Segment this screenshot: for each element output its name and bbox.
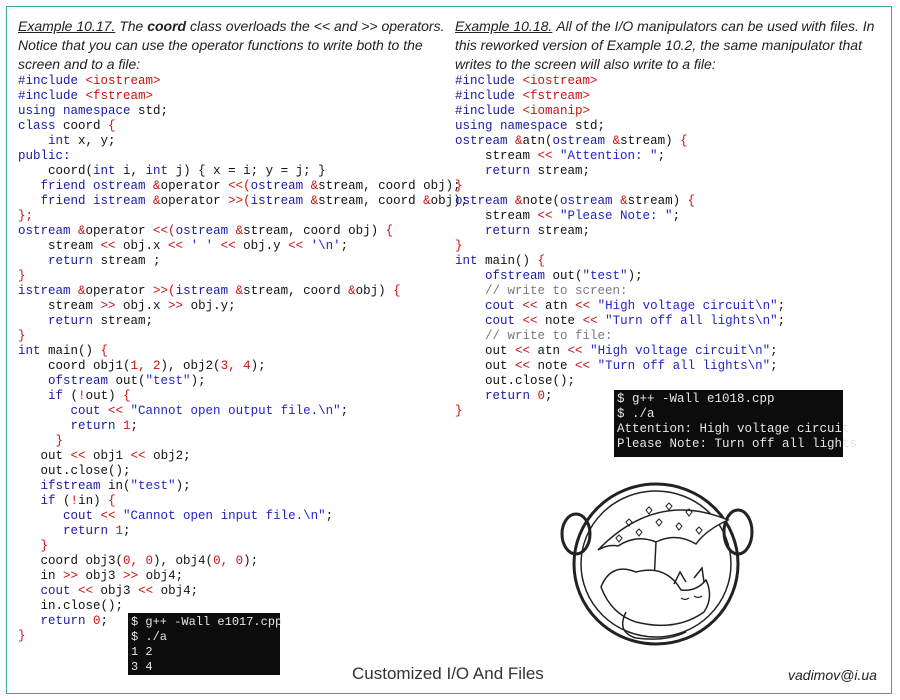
code-line: stream << "Please Note: "; — [455, 209, 681, 223]
code-line: istream &operator >>(istream &stream, co… — [18, 284, 401, 298]
code-line: if (!in) { — [40, 494, 116, 508]
code-line: ostream &atn(ostream &stream) { — [455, 134, 688, 148]
code-line: #include <iomanip> — [455, 104, 591, 118]
code-line: if (!out) { — [48, 389, 131, 403]
code-line: public: — [18, 149, 71, 163]
code-line: ofstream out("test"); — [48, 374, 206, 388]
code-line: cout << atn << "High voltage circuit\n"; — [485, 299, 786, 313]
code-line: coord(int i, int j) { x = i; y = j; } — [18, 164, 326, 178]
code-line: out << obj1 << obj2; — [18, 449, 191, 463]
code-line: cout << "Cannot open input file.\n"; — [63, 509, 334, 523]
page-footer-title: Customized I/O And Files — [352, 664, 544, 683]
code-line: ostream &note(ostream &stream) { — [455, 194, 696, 208]
code-line: #include <fstream> — [455, 89, 591, 103]
code-line: return 1; — [63, 524, 131, 538]
terminal-line: 3 4 — [131, 660, 153, 674]
code-line: } — [455, 239, 463, 253]
code-line: // write to file: — [485, 329, 613, 343]
terminal-line: $ ./a — [131, 630, 168, 644]
code-line: class coord { — [18, 119, 116, 133]
code-line: out << atn << "High voltage circuit\n"; — [455, 344, 778, 358]
intro-pre: The — [119, 18, 148, 34]
code-line: return stream; — [485, 164, 591, 178]
code-line: ofstream out("test"); — [485, 269, 643, 283]
terminal-line: $ g++ -Wall e1018.cpp — [617, 392, 775, 406]
code-line: in >> obj3 >> obj4; — [18, 569, 184, 583]
code-line: stream << obj.x << ' ' << obj.y << '\n'; — [18, 239, 349, 253]
code-line: return 1; — [70, 419, 139, 433]
code-line: int x, y; — [48, 134, 116, 148]
code-line: #include <iostream> — [18, 74, 161, 88]
code-line: out.close(); — [455, 374, 576, 388]
code-line: return stream ; — [48, 254, 161, 268]
code-line: #include <iostream> — [455, 74, 598, 88]
code-line: int main() { — [455, 254, 546, 268]
code-line: coord obj1(1, 2), obj2(3, 4); — [18, 359, 266, 373]
code-line: friend istream &operator >>(istream &str… — [40, 194, 469, 208]
code-line: // write to screen: — [485, 284, 628, 298]
terminal-line: Please Note: Turn off all lights — [617, 437, 858, 451]
code-line: } — [455, 179, 463, 193]
code-line: stream << "Attention: "; — [455, 149, 666, 163]
intro-keyword: coord — [147, 18, 187, 34]
code-line: cout << obj3 << obj4; — [40, 584, 199, 598]
code-line: cout << note << "Turn off all lights\n"; — [485, 314, 786, 328]
code-line: return stream; — [48, 314, 154, 328]
code-line: ostream &operator <<(ostream &stream, co… — [18, 224, 394, 238]
code-line: out.close(); — [18, 464, 131, 478]
code-line: } — [18, 269, 26, 283]
code-line: } — [40, 539, 49, 553]
code-line: friend ostream &operator <<(ostream &str… — [40, 179, 461, 193]
code-listing-10-17: #include <iostream> #include <fstream> usi… — [18, 74, 469, 644]
terminal-line: $ ./a — [617, 407, 655, 421]
terminal-output-1017: $ g++ -Wall e1017.cpp $ ./a 1 23 4 — [128, 613, 283, 675]
terminal-line: $ g++ -Wall e1017.cpp — [131, 615, 283, 629]
code-line: out << note << "Turn off all lights\n"; — [455, 359, 778, 373]
example-10-18-column: Example 10.18. All of the I/O manipulato… — [455, 17, 875, 419]
author-email: vadimov@i.ua — [788, 667, 877, 683]
code-line: return stream; — [485, 224, 591, 238]
code-line: coord obj3(0, 0), obj4(0, 0); — [18, 554, 259, 568]
code-line: using namespace std; — [455, 119, 606, 133]
example-10-17-label: Example 10.17. — [18, 18, 116, 34]
example-10-17-intro: Example 10.17. The coord class overloads… — [18, 17, 448, 74]
example-10-18-label: Example 10.18. — [455, 18, 553, 34]
code-line: #include <fstream> — [18, 89, 154, 103]
code-listing-10-18: #include <iostream> #include <fstream> #in… — [455, 74, 875, 419]
example-10-18-intro: Example 10.18. All of the I/O manipulato… — [455, 17, 875, 74]
terminal-line: 1 2 — [131, 645, 153, 659]
code-line: using namespace std; — [18, 104, 169, 118]
code-line: ifstream in("test"); — [40, 479, 191, 493]
code-line: } — [55, 434, 64, 448]
terminal-line: Attention: High voltage circuit — [617, 422, 850, 436]
sleeping-cat-umbrella-icon — [560, 482, 754, 646]
code-line: } — [18, 329, 26, 343]
terminal-output-1018: $ g++ -Wall e1018.cpp $ ./a Attention: Hig… — [614, 390, 858, 457]
code-line: int main() { — [18, 344, 109, 358]
example-10-17-column: Example 10.17. The coord class overloads… — [18, 17, 469, 644]
code-line: stream >> obj.x >> obj.y; — [18, 299, 236, 313]
code-line: cout << "Cannot open output file.\n"; — [70, 404, 349, 418]
code-line: in.close(); — [18, 599, 124, 613]
code-line: }; — [18, 209, 34, 223]
